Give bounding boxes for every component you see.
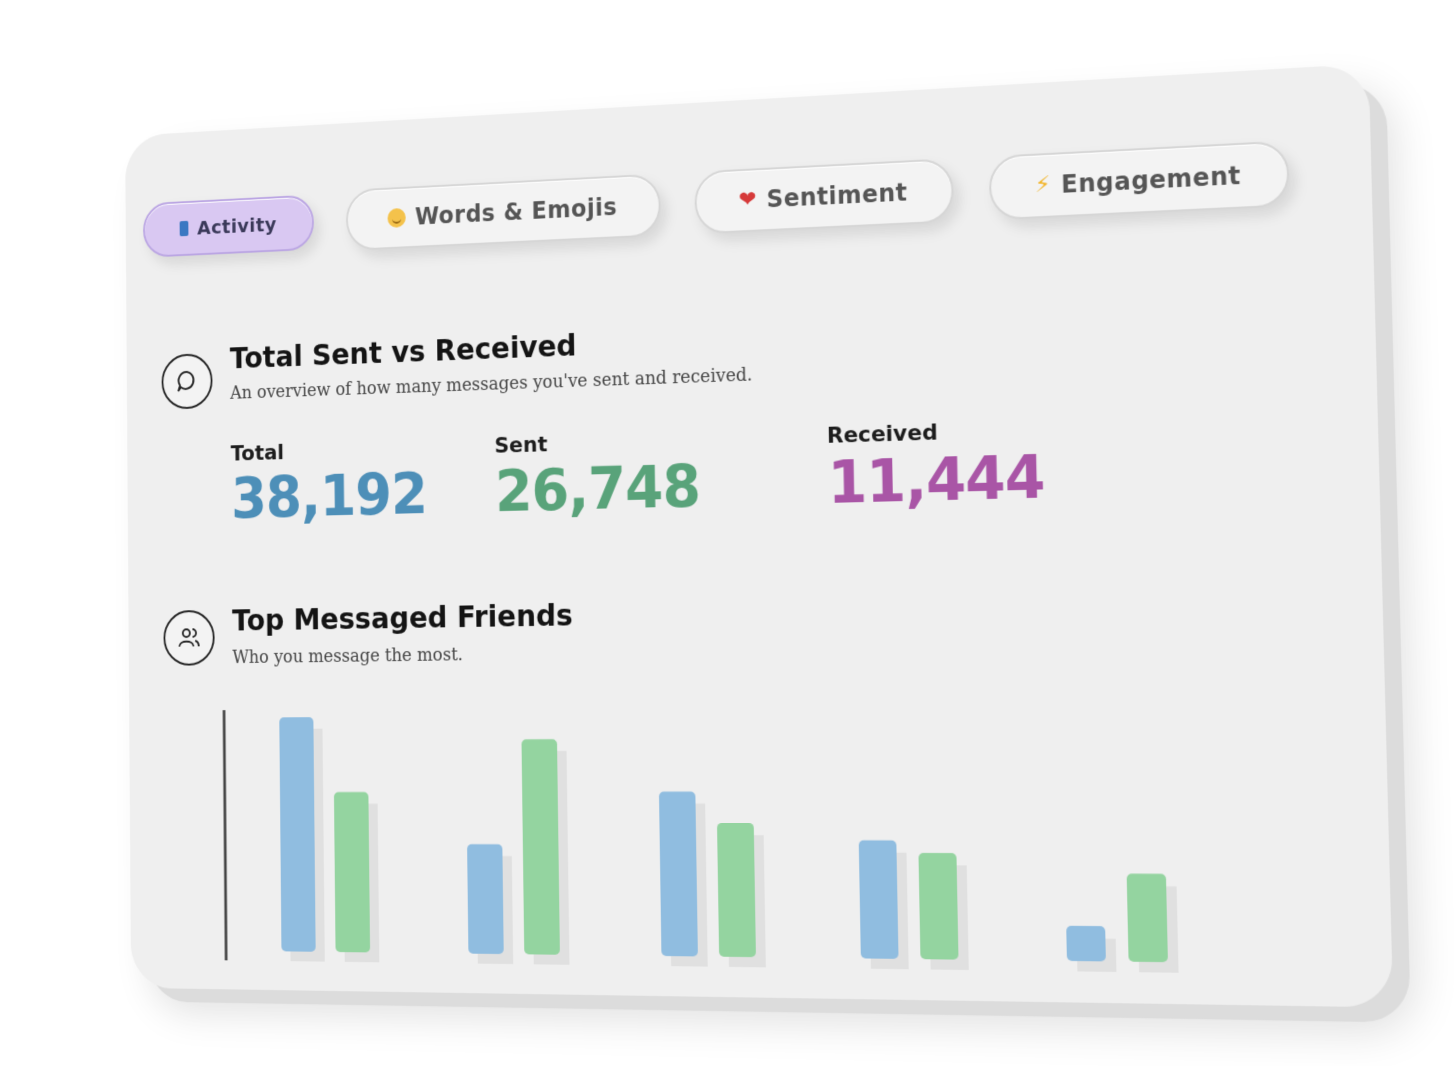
- bar-b-1: [521, 739, 560, 955]
- bar-b-0: [333, 791, 371, 953]
- bar-b-3: [918, 852, 959, 960]
- tab-words-emojis-label: Words & Emojis: [414, 193, 618, 231]
- stat-sent-value: 26,748: [494, 452, 701, 525]
- scene: Activity Words & Emojis ❤ Sentiment ⚡ En…: [0, 0, 1454, 1066]
- tab-engagement-label: Engagement: [1060, 161, 1242, 199]
- tab-bar: Activity Words & Emojis ❤ Sentiment ⚡ En…: [142, 140, 1290, 260]
- tab-words-emojis[interactable]: Words & Emojis: [346, 173, 661, 252]
- heart-icon: ❤: [738, 187, 758, 213]
- users-icon: [163, 609, 215, 666]
- bar-a-4: [1066, 925, 1106, 962]
- sent-received-title: Total Sent vs Received: [229, 328, 577, 377]
- bar-a-0: [279, 717, 316, 952]
- bar-b-4: [1126, 873, 1168, 963]
- tab-sentiment-label: Sentiment: [766, 178, 908, 214]
- stat-received: Received 11,444: [827, 417, 1046, 517]
- stat-total-value: 38,192: [230, 460, 428, 532]
- tab-activity-label: Activity: [197, 212, 277, 240]
- dashboard-card: Activity Words & Emojis ❤ Sentiment ⚡ En…: [125, 63, 1394, 1008]
- tab-activity[interactable]: Activity: [142, 194, 315, 258]
- bar-a-3: [858, 840, 899, 959]
- bar-b-2: [717, 822, 756, 958]
- smiley-icon: [387, 207, 407, 228]
- stat-total: Total 38,192: [230, 436, 428, 532]
- bar-a-1: [467, 844, 504, 955]
- y-axis-line: [224, 710, 226, 960]
- top-friends-bar-chart: [217, 701, 1179, 975]
- tab-engagement[interactable]: ⚡ Engagement: [988, 140, 1290, 221]
- phone-icon: [179, 220, 189, 237]
- top-friends-title: Top Messaged Friends: [231, 598, 574, 639]
- lightning-icon: ⚡: [1034, 172, 1052, 199]
- chat-bubble-icon: [161, 352, 213, 410]
- tab-sentiment[interactable]: ❤ Sentiment: [694, 158, 954, 235]
- top-friends-subtitle: Who you message the most.: [232, 644, 464, 668]
- stat-received-value: 11,444: [827, 442, 1046, 517]
- bar-a-2: [658, 791, 698, 957]
- stat-sent: Sent 26,748: [494, 428, 701, 525]
